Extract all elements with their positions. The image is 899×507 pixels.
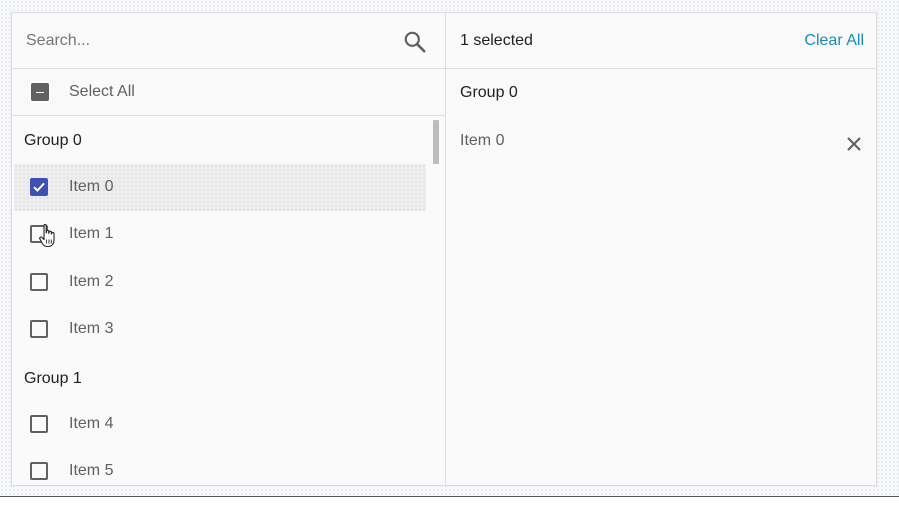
page-footer-strip bbox=[0, 497, 899, 507]
selected-item-label: Item 0 bbox=[460, 132, 505, 149]
search-bar bbox=[12, 13, 445, 69]
close-icon[interactable] bbox=[844, 134, 864, 154]
checkmark-icon bbox=[33, 182, 45, 192]
list-scrollbar[interactable] bbox=[428, 116, 444, 485]
clear-all-button[interactable]: Clear All bbox=[804, 32, 864, 50]
search-input[interactable] bbox=[26, 27, 386, 55]
search-icon[interactable] bbox=[402, 29, 428, 55]
selected-items-pane: 1 selected Clear All Group 0 Item 0 bbox=[446, 13, 876, 485]
select-all-checkbox[interactable] bbox=[31, 83, 49, 101]
selected-group-header: Group 0 bbox=[460, 84, 518, 101]
selected-item: Item 0 bbox=[446, 117, 876, 164]
item-label: Item 1 bbox=[69, 225, 114, 242]
item-label: Item 5 bbox=[69, 462, 114, 479]
available-items-pane: Select All Group 0 Item 0 Item 1 Item 2 bbox=[12, 13, 446, 485]
select-all-label: Select All bbox=[69, 83, 135, 100]
item-checkbox[interactable] bbox=[30, 273, 48, 291]
list-item[interactable]: Item 0 bbox=[14, 164, 426, 211]
item-checkbox[interactable] bbox=[30, 415, 48, 433]
item-label: Item 0 bbox=[69, 178, 114, 195]
dual-list-selector: Select All Group 0 Item 0 Item 1 Item 2 bbox=[11, 12, 877, 486]
hand-pointer-cursor-icon bbox=[39, 224, 55, 248]
list-item[interactable]: Item 2 bbox=[14, 259, 426, 306]
list-item[interactable]: Item 1 bbox=[14, 211, 426, 258]
select-all-row[interactable]: Select All bbox=[12, 69, 445, 116]
item-checkbox[interactable] bbox=[30, 462, 48, 480]
item-list: Group 0 Item 0 Item 1 Item 2 Item 3 Grou… bbox=[12, 116, 428, 485]
item-checkbox[interactable] bbox=[30, 178, 48, 196]
item-label: Item 2 bbox=[69, 273, 114, 290]
selected-count: 1 selected bbox=[460, 32, 533, 49]
item-label: Item 3 bbox=[69, 320, 114, 337]
list-item[interactable]: Item 5 bbox=[14, 448, 426, 485]
list-item[interactable]: Item 3 bbox=[14, 306, 426, 353]
item-checkbox[interactable] bbox=[30, 320, 48, 338]
selection-summary: 1 selected Clear All bbox=[446, 13, 876, 69]
scrollbar-thumb[interactable] bbox=[433, 120, 439, 164]
item-label: Item 4 bbox=[69, 415, 114, 432]
group-header: Group 1 bbox=[24, 370, 82, 387]
group-header: Group 0 bbox=[24, 132, 82, 149]
list-item[interactable]: Item 4 bbox=[14, 401, 426, 448]
